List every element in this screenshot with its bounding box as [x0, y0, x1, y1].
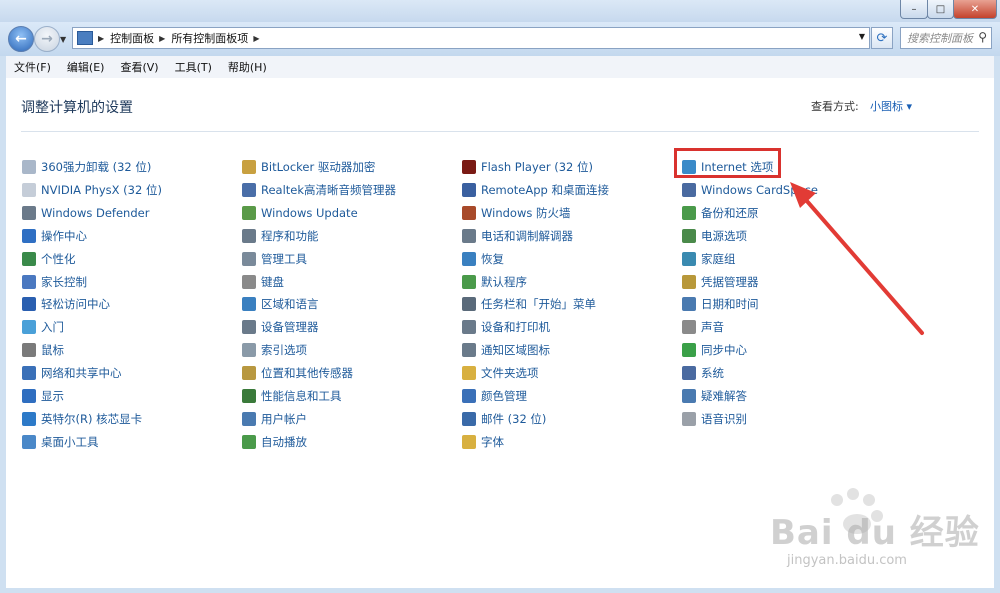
watermark-text: Bai du 经验 [770, 513, 980, 553]
watermark-url: jingyan.baidu.com [787, 553, 907, 568]
